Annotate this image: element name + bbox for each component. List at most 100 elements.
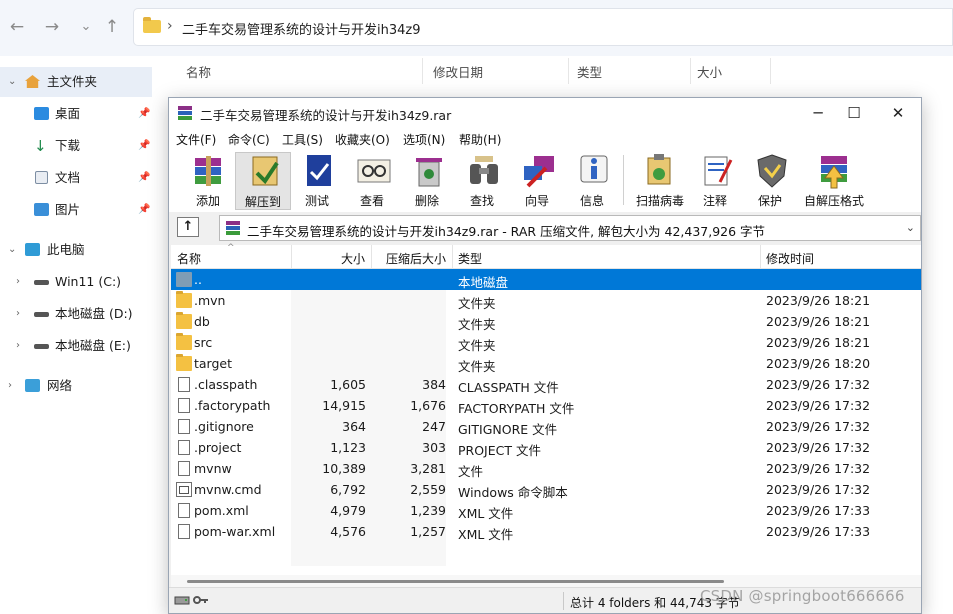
pin-icon[interactable]: 📌 [138,99,150,129]
column-divider[interactable] [760,245,761,269]
extract-to-button[interactable]: 解压到 [235,152,291,210]
sidebar-item-drive-c[interactable]: › Win11 (C:) [0,267,152,297]
table-row[interactable]: .mvn 文件夹 2023/9/26 18:21 [171,290,921,311]
sort-ascending-icon: ^ [227,243,235,253]
info-button[interactable]: 信息 [564,152,620,210]
column-packed[interactable]: 压缩后大小 [386,250,446,267]
scan-virus-button[interactable]: 扫描病毒 [629,152,691,210]
column-type[interactable]: 类型 [458,250,482,267]
minimize-icon[interactable]: ─ [803,102,833,124]
back-arrow-icon[interactable]: ← [6,16,28,38]
test-button[interactable]: 测试 [289,152,345,210]
archive-icon [226,221,240,235]
table-row[interactable]: pom.xml 4,979 1,239 XML 文件 2023/9/26 17:33 [171,500,921,521]
menu-options[interactable]: 选项(N) [403,131,445,148]
column-type[interactable]: 类型 [577,62,602,81]
chevron-down-icon[interactable]: ⌄ [8,67,16,97]
file-packed-size: 1,676 [410,398,446,413]
scrollbar-thumb[interactable] [187,580,724,583]
chevron-right-icon[interactable]: › [16,299,20,329]
column-divider[interactable] [452,245,453,269]
table-row[interactable]: .classpath 1,605 384 CLASSPATH 文件 2023/9/26 … [171,374,921,395]
address-path[interactable]: 二手车交易管理系统的设计与开发ih34z9 [182,19,421,38]
column-divider[interactable] [291,245,292,269]
column-divider[interactable] [371,245,372,269]
column-divider[interactable] [690,58,691,84]
wizard-icon [524,156,554,188]
path-field[interactable]: 二手车交易管理系统的设计与开发ih34z9.rar - RAR 压缩文件, 解包… [219,215,921,241]
column-divider[interactable] [568,58,569,84]
table-row[interactable]: mvnw 10,389 3,281 文件 2023/9/26 17:32 [171,458,921,479]
table-row[interactable]: target 文件夹 2023/9/26 18:20 [171,353,921,374]
find-button[interactable]: 查找 [454,152,510,210]
drive-icon[interactable] [174,594,190,606]
pin-icon[interactable]: 📌 [138,163,150,193]
chevron-down-icon[interactable]: ⌄ [906,221,915,234]
comment-button[interactable]: 注释 [687,152,743,210]
sidebar-item-drive-e[interactable]: › 本地磁盘 (E:) [0,331,152,361]
sidebar-item-documents[interactable]: 文档 📌 [0,163,152,193]
column-divider[interactable] [422,58,423,84]
delete-button[interactable]: 删除 [399,152,455,210]
sidebar-item-home[interactable]: ⌄ 主文件夹 [0,67,152,97]
sidebar-item-drive-d[interactable]: › 本地磁盘 (D:) [0,299,152,329]
pin-icon[interactable]: 📌 [138,131,150,161]
maximize-icon[interactable]: ☐ [839,102,869,124]
horizontal-scrollbar[interactable] [171,575,921,587]
column-size[interactable]: 大小 [341,250,365,267]
menu-tools[interactable]: 工具(S) [282,131,323,148]
file-type: 文件夹 [458,359,496,374]
test-icon [307,155,331,186]
sfx-button[interactable]: 自解压格式 [799,152,869,210]
column-name[interactable]: 名称 [177,250,201,267]
sidebar-item-this-pc[interactable]: ⌄ 此电脑 [0,235,152,265]
table-row[interactable]: db 文件夹 2023/9/26 18:21 [171,311,921,332]
column-size[interactable]: 大小 [697,62,722,81]
chevron-right-icon[interactable]: › [16,331,20,361]
wizard-button[interactable]: 向导 [509,152,565,210]
menu-help[interactable]: 帮助(H) [459,131,501,148]
column-name[interactable]: 名称 [186,62,211,81]
file-name: .gitignore [194,419,254,434]
pin-icon[interactable]: 📌 [138,195,150,225]
column-divider[interactable] [770,58,771,84]
address-bar[interactable]: › 二手车交易管理系统的设计与开发ih34z9 [133,8,953,46]
menu-file[interactable]: 文件(F) [176,131,216,148]
table-row[interactable]: .gitignore 364 247 GITIGNORE 文件 2023/9/26 17… [171,416,921,437]
title-bar[interactable]: 二手车交易管理系统的设计与开发ih34z9.rar ─ ☐ ✕ [169,98,921,129]
sidebar-item-downloads[interactable]: ↓ 下载 📌 [0,131,152,161]
table-row[interactable]: .factorypath 14,915 1,676 FACTORYPATH 文件 202… [171,395,921,416]
chevron-right-icon[interactable]: › [16,267,20,297]
file-packed-size: 303 [422,440,446,455]
table-row[interactable]: .project 1,123 303 PROJECT 文件 2023/9/26 17:3… [171,437,921,458]
protect-button[interactable]: 保护 [742,152,798,210]
view-button[interactable]: 查看 [344,152,400,210]
file-list: 名称 ^ 大小 压缩后大小 类型 修改时间 .. 本地磁盘 .mvn 文件夹 2023/… [171,243,921,575]
status-divider [563,592,564,610]
menu-favorites[interactable]: 收藏夹(O) [335,131,390,148]
column-modified[interactable]: 修改日期 [433,62,483,81]
up-folder-button[interactable]: ↑ [177,217,199,237]
sidebar-item-network[interactable]: › 网络 [0,371,152,401]
folder-icon [176,312,192,329]
table-row[interactable]: .. 本地磁盘 [171,269,921,290]
sidebar-item-desktop[interactable]: 桌面 📌 [0,99,152,129]
forward-arrow-icon[interactable]: → [41,16,63,38]
chevron-down-icon[interactable]: ⌄ [8,235,16,265]
close-icon[interactable]: ✕ [883,102,913,124]
sidebar-item-pictures[interactable]: 图片 📌 [0,195,152,225]
file-packed-size: 2,559 [410,482,446,497]
dropdown-chevron-icon[interactable]: ⌄ [75,16,97,38]
file-modified: 2023/9/26 18:21 [766,314,871,329]
key-icon[interactable] [193,594,209,606]
table-row[interactable]: pom-war.xml 4,576 1,257 XML 文件 2023/9/26 17:… [171,521,921,542]
add-button[interactable]: 添加 [180,152,236,210]
toolbar-label: 扫描病毒 [635,194,684,208]
chevron-right-icon[interactable]: › [8,371,12,401]
column-modified[interactable]: 修改时间 [766,250,814,267]
file-size: 1,605 [330,377,366,392]
table-row[interactable]: mvnw.cmd 6,792 2,559 Windows 命令脚本 2023/9/26 … [171,479,921,500]
table-row[interactable]: src 文件夹 2023/9/26 18:21 [171,332,921,353]
menu-commands[interactable]: 命令(C) [228,131,270,148]
up-arrow-icon[interactable]: ↑ [101,16,123,38]
